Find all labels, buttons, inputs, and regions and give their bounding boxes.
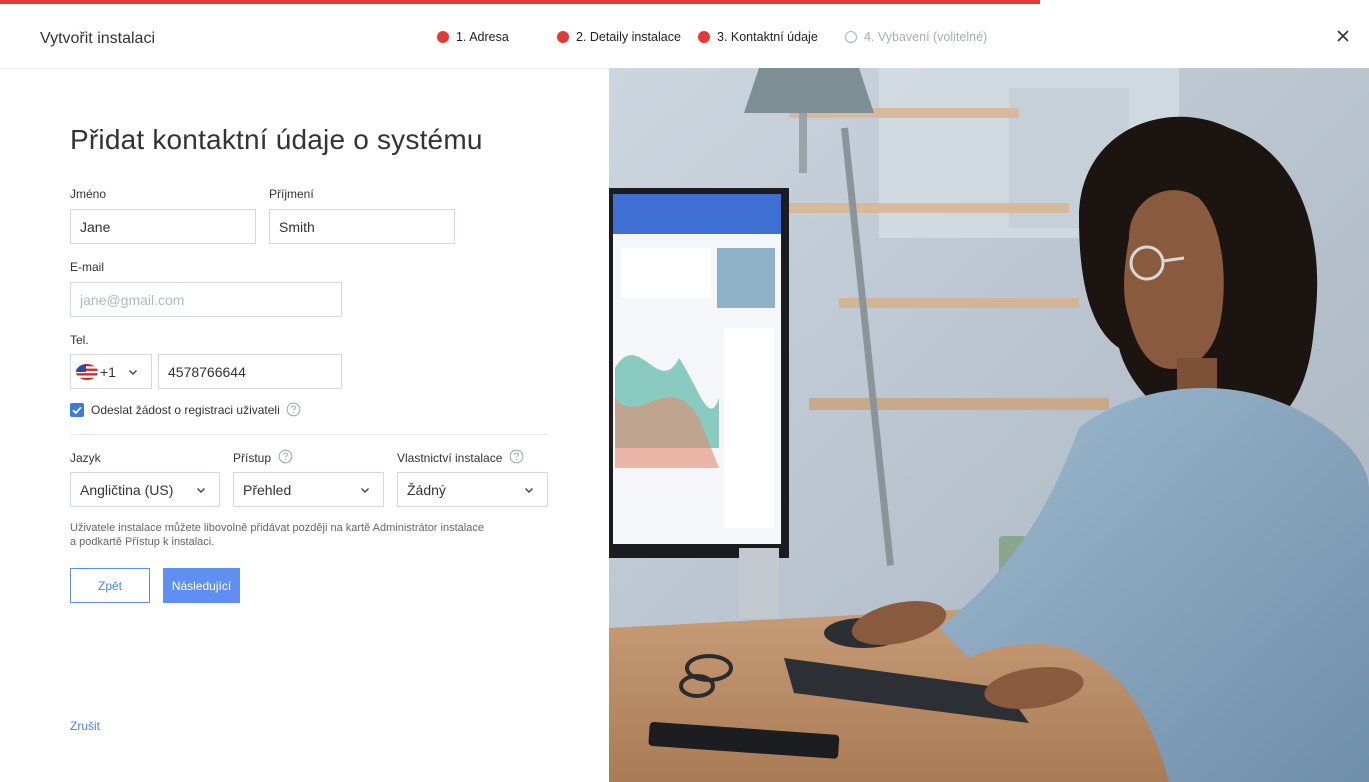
cancel-link[interactable]: Zrušit: [70, 719, 100, 733]
phone-field[interactable]: 4578766644: [158, 354, 342, 389]
section-divider: [70, 434, 548, 435]
check-icon: [72, 406, 82, 415]
next-button[interactable]: Následující: [163, 568, 240, 603]
ownership-select[interactable]: Žádný: [397, 472, 548, 507]
chevron-down-icon: [525, 488, 533, 493]
email-placeholder: jane@gmail.com: [80, 291, 185, 308]
step-contact-details: 3. Kontaktní údaje: [698, 30, 818, 44]
step-address: 1. Adresa: [437, 30, 509, 44]
first-name-label: Jméno: [70, 187, 107, 201]
access-label: Přístup: [233, 451, 272, 465]
step-done-icon: [437, 31, 449, 43]
help-icon[interactable]: [286, 402, 301, 417]
language-value: Angličtina (US): [80, 481, 174, 498]
access-select[interactable]: Přehled: [233, 472, 384, 507]
step-label: 4. Vybavení (volitelné): [864, 30, 988, 44]
send-request-label: Odeslat žádost o registraci uživateli: [91, 403, 280, 417]
access-value: Přehled: [243, 481, 292, 498]
email-field[interactable]: jane@gmail.com: [70, 282, 342, 317]
step-equipment: 4. Vybavení (volitelné): [845, 30, 987, 44]
help-icon[interactable]: [509, 449, 524, 464]
users-note: Uživatele instalace můžete libovolně při…: [70, 522, 484, 548]
first-name-field[interactable]: Jane: [70, 209, 256, 244]
first-name-value: Jane: [80, 218, 111, 235]
last-name-value: Smith: [279, 218, 315, 235]
header: Vytvořit instalaci 1. Adresa 2. Detaily …: [0, 4, 1369, 69]
phone-value: 4578766644: [168, 363, 246, 380]
step-label: 1. Adresa: [456, 30, 509, 44]
hero-image: [609, 68, 1369, 782]
step-done-icon: [557, 31, 569, 43]
form-title: Přidat kontaktní údaje o systému: [70, 124, 483, 155]
send-request-checkbox[interactable]: [70, 403, 84, 417]
last-name-field[interactable]: Smith: [269, 209, 455, 244]
page-title: Vytvořit instalaci: [40, 30, 155, 47]
chevron-down-icon: [197, 488, 205, 493]
ownership-label: Vlastnictví instalace: [397, 451, 503, 465]
country-code-value: +1: [100, 363, 116, 380]
chevron-down-icon: [129, 370, 137, 375]
step-current-icon: [698, 31, 710, 43]
help-icon[interactable]: [278, 449, 293, 464]
woman-at-computer-illustration: [609, 68, 1369, 782]
email-label: E-mail: [70, 260, 105, 274]
step-pending-icon: [845, 31, 857, 43]
country-code-select[interactable]: +1: [70, 354, 152, 389]
last-name-label: Příjmení: [269, 187, 314, 201]
chevron-down-icon: [361, 488, 369, 493]
step-label: 2. Detaily instalace: [576, 30, 681, 44]
back-button[interactable]: Zpět: [70, 568, 150, 603]
step-installation-details: 2. Detaily instalace: [557, 30, 681, 44]
language-select[interactable]: Angličtina (US): [70, 472, 220, 507]
step-label: 3. Kontaktní údaje: [717, 30, 818, 44]
ownership-value: Žádný: [407, 481, 446, 498]
phone-label: Tel.: [70, 333, 89, 347]
close-icon[interactable]: [1333, 26, 1353, 46]
language-label: Jazyk: [70, 451, 101, 465]
us-flag-icon: [76, 363, 98, 380]
